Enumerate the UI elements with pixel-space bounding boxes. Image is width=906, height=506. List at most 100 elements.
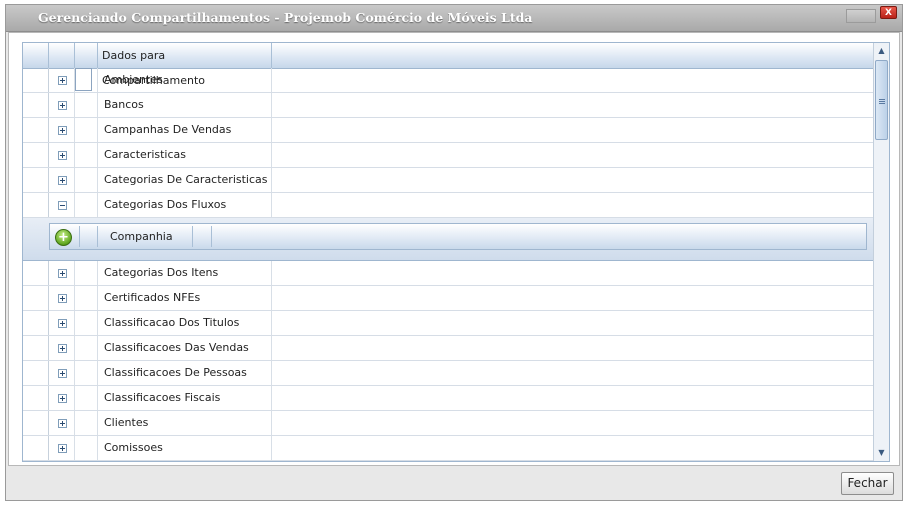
table-row[interactable]: Categorias De Caracteristicas	[23, 168, 874, 193]
row-selector[interactable]	[23, 436, 49, 460]
expand-icon[interactable]	[58, 151, 67, 160]
row-label: Campanhas De Vendas	[98, 118, 272, 142]
table-row[interactable]: Classificacao Dos Titulos	[23, 311, 874, 336]
expand-icon[interactable]	[58, 394, 67, 403]
row-selector[interactable]	[23, 143, 49, 167]
detail-row: + Companhia	[23, 218, 874, 261]
row-selector[interactable]	[23, 168, 49, 192]
expand-icon[interactable]	[58, 269, 67, 278]
row-expand-cell[interactable]	[49, 261, 75, 285]
row-label: Classificacao Dos Titulos	[98, 311, 272, 335]
expand-icon[interactable]	[58, 319, 67, 328]
detail-column-header-companhia[interactable]: Companhia	[105, 224, 173, 249]
detail-column-separator	[192, 226, 193, 247]
dialog-titlebar[interactable]: Gerenciando Compartilhamentos - Projemob…	[6, 5, 902, 32]
row-selector[interactable]	[23, 411, 49, 435]
expand-icon[interactable]	[58, 101, 67, 110]
row-label: Bancos	[98, 93, 272, 117]
row-expand-cell[interactable]	[49, 168, 75, 192]
row-expand-cell[interactable]	[49, 118, 75, 142]
collapse-icon[interactable]	[58, 201, 67, 210]
row-expand-cell[interactable]	[49, 386, 75, 410]
row-indicator	[75, 336, 98, 360]
sharing-dialog: Gerenciando Compartilhamentos - Projemob…	[5, 4, 903, 501]
row-selector[interactable]	[23, 361, 49, 385]
table-row[interactable]: Ambientes	[23, 68, 874, 93]
row-selector[interactable]	[23, 193, 49, 217]
table-row[interactable]: Categorias Dos Fluxos	[23, 193, 874, 218]
expand-icon[interactable]	[58, 369, 67, 378]
add-circle-icon[interactable]: +	[55, 229, 72, 246]
row-label: Categorias Dos Fluxos	[98, 193, 272, 217]
expand-icon[interactable]	[58, 126, 67, 135]
row-indicator	[75, 286, 98, 310]
row-selector[interactable]	[23, 311, 49, 335]
table-row[interactable]: Comissoes	[23, 436, 874, 461]
row-expand-cell[interactable]	[49, 68, 75, 92]
row-label: Classificacoes Fiscais	[98, 386, 272, 410]
row-expand-cell[interactable]	[49, 311, 75, 335]
sharing-grid: Dados para Compartilhamento Ambientes Ban…	[22, 42, 890, 462]
row-expand-cell[interactable]	[49, 411, 75, 435]
expand-icon[interactable]	[58, 176, 67, 185]
vertical-scrollbar[interactable]: ▲ ▼	[873, 43, 889, 461]
expand-icon[interactable]	[58, 344, 67, 353]
table-row[interactable]: Categorias Dos Itens	[23, 261, 874, 286]
row-indicator	[75, 411, 98, 435]
row-selector[interactable]	[23, 336, 49, 360]
row-expand-cell[interactable]	[49, 93, 75, 117]
row-indicator	[75, 68, 98, 92]
header-cell-select[interactable]	[23, 43, 49, 68]
table-row[interactable]: Certificados NFEs	[23, 286, 874, 311]
row-label: Certificados NFEs	[98, 286, 272, 310]
table-row[interactable]: Classificacoes Das Vendas	[23, 336, 874, 361]
row-selector[interactable]	[23, 68, 49, 92]
row-selector[interactable]	[23, 386, 49, 410]
table-row[interactable]: Clientes	[23, 411, 874, 436]
row-expand-cell[interactable]	[49, 436, 75, 460]
row-expand-cell[interactable]	[49, 286, 75, 310]
titlebar-button[interactable]	[846, 9, 876, 23]
row-expand-cell[interactable]	[49, 361, 75, 385]
scroll-up-icon[interactable]: ▲	[874, 43, 889, 59]
table-row[interactable]: Bancos	[23, 93, 874, 118]
table-row[interactable]: Classificacoes De Pessoas	[23, 361, 874, 386]
row-label: Classificacoes Das Vendas	[98, 336, 272, 360]
detail-column-separator	[97, 226, 98, 247]
dialog-content: Dados para Compartilhamento Ambientes Ban…	[8, 32, 900, 466]
close-icon[interactable]: X	[880, 6, 897, 19]
row-label: Clientes	[98, 411, 272, 435]
row-selector[interactable]	[23, 286, 49, 310]
row-selector[interactable]	[23, 93, 49, 117]
table-row[interactable]: Campanhas De Vendas	[23, 118, 874, 143]
row-indicator	[75, 261, 98, 285]
row-expand-cell[interactable]	[49, 336, 75, 360]
row-expand-cell[interactable]	[49, 193, 75, 217]
grid-header: Dados para Compartilhamento	[23, 43, 874, 87]
scroll-thumb[interactable]	[875, 60, 888, 140]
row-selector[interactable]	[23, 261, 49, 285]
table-row[interactable]: Classificacoes Fiscais	[23, 386, 874, 411]
row-selector[interactable]	[23, 118, 49, 142]
row-indicator	[75, 361, 98, 385]
row-label: Categorias Dos Itens	[98, 261, 272, 285]
expand-icon[interactable]	[58, 294, 67, 303]
expand-icon[interactable]	[58, 419, 67, 428]
row-indicator	[75, 143, 98, 167]
row-label: Ambientes	[98, 68, 272, 92]
header-cell-expand	[49, 43, 75, 68]
expand-icon[interactable]	[58, 444, 67, 453]
row-indicator	[75, 93, 98, 117]
detail-grid-header: + Companhia	[49, 223, 867, 250]
column-header-dados[interactable]: Dados para Compartilhamento	[98, 43, 272, 87]
detail-column-separator	[79, 226, 80, 247]
expand-icon[interactable]	[58, 76, 67, 85]
table-row[interactable]: Caracteristicas	[23, 143, 874, 168]
detail-column-separator	[211, 226, 212, 247]
row-indicator	[75, 118, 98, 142]
row-label: Classificacoes De Pessoas	[98, 361, 272, 385]
scroll-down-icon[interactable]: ▼	[874, 445, 889, 461]
row-indicator	[75, 311, 98, 335]
fechar-button[interactable]: Fechar	[841, 472, 894, 495]
row-expand-cell[interactable]	[49, 143, 75, 167]
